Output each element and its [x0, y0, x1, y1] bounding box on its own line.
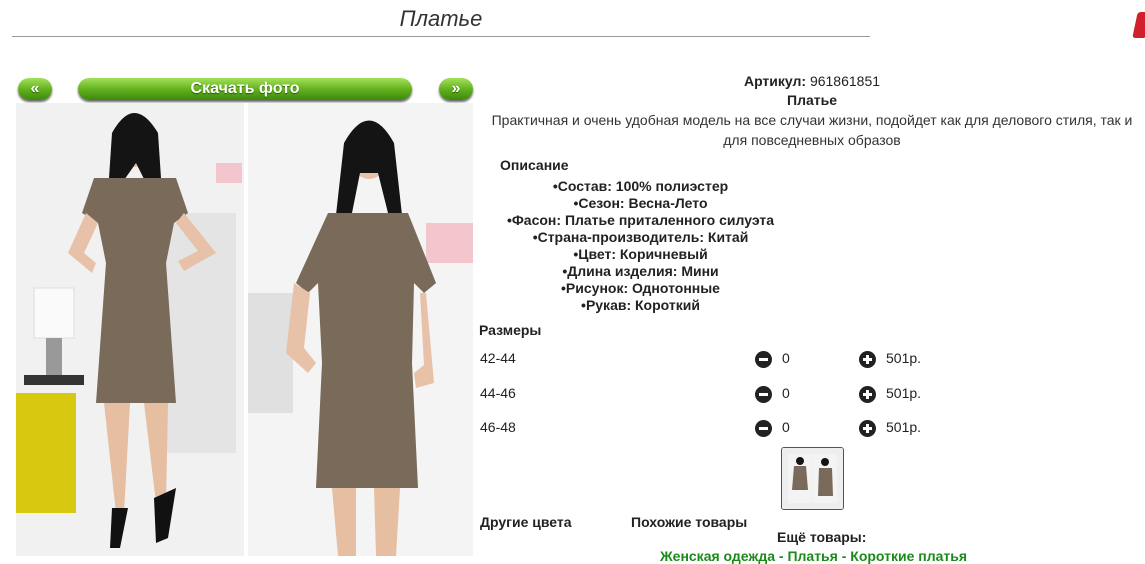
category-separator: - [841, 548, 851, 564]
product-info: Артикул: 961861851 Платье Практичная и о… [479, 72, 1145, 314]
page-title: Платье [12, 6, 870, 37]
download-photo-button[interactable]: Скачать фото [78, 78, 412, 100]
plus-circle-icon[interactable] [859, 420, 876, 437]
category-links: Женская одежда - Платья - Короткие плать… [660, 548, 967, 564]
category-link[interactable]: Короткие платья [850, 548, 967, 564]
size-price: 501р. [886, 385, 922, 401]
product-description: Практичная и очень удобная модель на все… [491, 112, 1133, 148]
next-photo-button[interactable]: » [439, 78, 473, 100]
property-item: Состав: 100% полиэстер [479, 178, 802, 195]
minus-circle-icon[interactable] [755, 420, 772, 437]
more-products-heading: Ещё товары: [777, 529, 867, 545]
category-link[interactable]: Платья [787, 548, 837, 564]
property-item: Страна-производитель: Китай [479, 229, 802, 246]
size-label: 46-48 [480, 419, 516, 435]
size-price: 501р. [886, 350, 922, 366]
product-name: Платье [787, 92, 837, 108]
plus-circle-icon[interactable] [859, 386, 876, 403]
properties-list: Состав: 100% полиэстер Сезон: Весна-Лето… [479, 178, 802, 314]
size-quantity: 0 [782, 350, 790, 366]
property-item: Длина изделия: Мини [479, 263, 802, 280]
size-row: 44-46 0 501р. [479, 385, 1145, 405]
red-x-icon[interactable] [1132, 12, 1145, 38]
category-link[interactable]: Женская одежда [660, 548, 775, 564]
other-colors-heading: Другие цвета [480, 514, 572, 530]
minus-circle-icon[interactable] [755, 351, 772, 368]
size-price: 501р. [886, 419, 922, 435]
size-row: 46-48 0 501р. [479, 419, 1145, 439]
size-quantity: 0 [782, 385, 790, 401]
prev-photo-button[interactable]: « [18, 78, 52, 100]
description-heading: Описание [500, 157, 569, 173]
minus-circle-icon[interactable] [755, 386, 772, 403]
plus-circle-icon[interactable] [859, 351, 876, 368]
article-value: 961861851 [809, 73, 881, 89]
size-label: 44-46 [480, 385, 516, 401]
property-item: Цвет: Коричневый [479, 246, 802, 263]
property-item: Рукав: Короткий [479, 297, 802, 314]
property-item: Сезон: Весна-Лето [479, 195, 802, 212]
article-label: Артикул: [743, 73, 807, 89]
sizes-heading: Размеры [479, 322, 542, 338]
photo-thumbnail[interactable] [781, 447, 844, 510]
similar-products-heading: Похожие товары [631, 514, 748, 530]
size-label: 42-44 [480, 350, 516, 366]
property-item: Фасон: Платье приталенного силуэта [479, 212, 802, 229]
size-quantity: 0 [782, 419, 790, 435]
article-line: Артикул: 961861851 [479, 72, 1145, 90]
product-photo [16, 103, 473, 556]
size-row: 42-44 0 501р. [479, 350, 1145, 370]
property-item: Рисунок: Однотонные [479, 280, 802, 297]
